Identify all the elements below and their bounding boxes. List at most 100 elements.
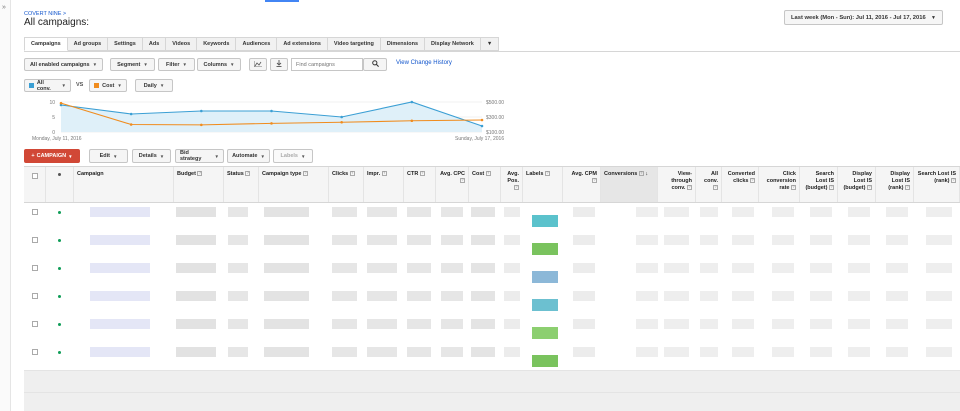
col-impr[interactable]: Impr. ? [364,167,404,202]
date-range-selector[interactable]: Last week (Mon - Sun): Jul 11, 2016 - Ju… [784,10,943,25]
label-chip[interactable] [532,215,558,227]
tab-video-targeting[interactable]: Video targeting [327,37,381,51]
help-icon[interactable]: ? [592,178,597,184]
table-row[interactable] [24,205,960,232]
tab-audiences[interactable]: Audiences [236,37,278,51]
select-all-checkbox[interactable] [32,173,38,179]
col-search-lost-budget[interactable]: Search Lost IS (budget) ? [800,167,838,202]
row-checkbox[interactable] [32,265,38,271]
enabled-status-dot[interactable] [58,239,61,242]
filter-dropdown[interactable]: Filter ▼ [158,58,195,71]
help-icon[interactable]: ? [750,178,755,184]
help-icon[interactable]: ? [514,185,519,191]
col-click-conv-rate[interactable]: Click conversion rate ? [759,167,800,202]
col-labels[interactable]: Labels ? [523,167,563,202]
bid-strategy-dropdown[interactable]: Bid strategy ▼ [175,149,224,163]
help-icon[interactable]: ? [349,171,355,177]
search-button[interactable] [363,58,387,71]
help-icon[interactable]: ? [460,178,465,184]
label-chip[interactable] [532,355,558,367]
label-chip[interactable] [532,243,558,255]
help-icon[interactable]: ? [245,171,251,177]
tab-ads[interactable]: Ads [142,37,167,51]
expand-sidebar-icon[interactable]: » [2,4,6,11]
col-campaign-type[interactable]: Campaign type ? [259,167,329,202]
col-ctr[interactable]: CTR ? [404,167,436,202]
row-checkbox[interactable] [32,293,38,299]
enabled-status-dot[interactable] [58,267,61,270]
table-row[interactable] [24,233,960,260]
enabled-status-dot[interactable] [58,351,61,354]
edit-dropdown[interactable]: Edit ▼ [89,149,128,163]
help-icon[interactable]: ? [381,171,387,177]
col-avg-cpm[interactable]: Avg. CPM ? [563,167,601,202]
campaign-filter-dropdown[interactable]: All enabled campaigns ▼ [24,58,103,71]
help-icon[interactable]: ? [829,185,834,191]
labels-dropdown[interactable]: Labels ▼ [273,149,313,163]
add-campaign-button[interactable]: + CAMPAIGN ▼ [24,149,80,163]
status-dot-header[interactable] [46,167,74,202]
table-row[interactable] [24,317,960,344]
tab-display-network[interactable]: Display Network [425,37,481,51]
tab-ad-extensions[interactable]: Ad extensions [277,37,328,51]
help-icon[interactable]: ? [867,185,872,191]
col-display-lost-budget[interactable]: Display Lost IS (budget) ? [838,167,876,202]
table-row[interactable] [24,261,960,288]
automate-dropdown[interactable]: Automate ▼ [227,149,270,163]
help-icon[interactable]: ? [302,171,308,177]
label-chip[interactable] [532,299,558,311]
enabled-status-dot[interactable] [58,211,61,214]
col-budget[interactable]: Budget ? [174,167,224,202]
details-dropdown[interactable]: Details ▼ [132,149,171,163]
tab-videos[interactable]: Videos [166,37,198,51]
tab-campaigns[interactable]: Campaigns [24,37,68,51]
help-icon[interactable]: ? [638,171,644,177]
col-view-through[interactable]: View-through conv. ? [658,167,696,202]
help-icon[interactable]: ? [197,171,203,177]
col-all-conv[interactable]: All conv. ? [696,167,722,202]
row-checkbox[interactable] [32,321,38,327]
table-row[interactable] [24,345,960,372]
help-icon[interactable]: ? [791,185,796,191]
tab-dimensions[interactable]: Dimensions [380,37,426,51]
col-conversions[interactable]: Conversions ? ↓ [601,167,658,202]
help-icon[interactable]: ? [544,171,550,177]
col-display-lost-rank[interactable]: Display Lost IS (rank) ? [876,167,914,202]
row-checkbox[interactable] [32,209,38,215]
metric2-dropdown[interactable]: Cost ▼ [89,79,127,92]
col-avg-cpc[interactable]: Avg. CPC ? [436,167,469,202]
labels-label: Labels [280,153,298,159]
period-dropdown[interactable]: Daily ▼ [135,79,173,92]
help-icon[interactable]: ? [485,171,491,177]
label-chip[interactable] [532,271,558,283]
help-icon[interactable]: ? [419,171,425,177]
view-change-history-link[interactable]: View Change History [396,60,452,66]
more-tabs-button[interactable]: ▼ [480,37,500,51]
columns-dropdown[interactable]: Columns ▼ [197,58,241,71]
col-avg-pos[interactable]: Avg. Pos. ? [501,167,523,202]
col-clicks[interactable]: Clicks ? [329,167,364,202]
enabled-status-dot[interactable] [58,323,61,326]
col-campaign[interactable]: Campaign [74,167,174,202]
segment-dropdown[interactable]: Segment ▼ [110,58,155,71]
label-chip[interactable] [532,327,558,339]
col-search-lost-rank[interactable]: Search Lost IS (rank) ? [914,167,960,202]
help-icon[interactable]: ? [951,178,956,184]
tab-ad-groups[interactable]: Ad groups [67,37,109,51]
find-campaigns-input[interactable] [291,58,363,71]
col-status[interactable]: Status ? [224,167,259,202]
enabled-status-dot[interactable] [58,295,61,298]
tab-keywords[interactable]: Keywords [197,37,237,51]
table-row[interactable] [24,289,960,316]
col-cost[interactable]: Cost ? [469,167,501,202]
row-checkbox[interactable] [32,237,38,243]
download-button[interactable] [270,58,288,71]
help-icon[interactable]: ? [687,185,692,191]
help-icon[interactable]: ? [905,185,910,191]
metric1-dropdown[interactable]: All conv. ▼ [24,79,71,92]
tab-settings[interactable]: Settings [108,37,143,51]
col-converted-clicks[interactable]: Converted clicks ? [722,167,759,202]
help-icon[interactable]: ? [713,185,718,191]
chart-toggle-button[interactable] [249,58,267,71]
row-checkbox[interactable] [32,349,38,355]
